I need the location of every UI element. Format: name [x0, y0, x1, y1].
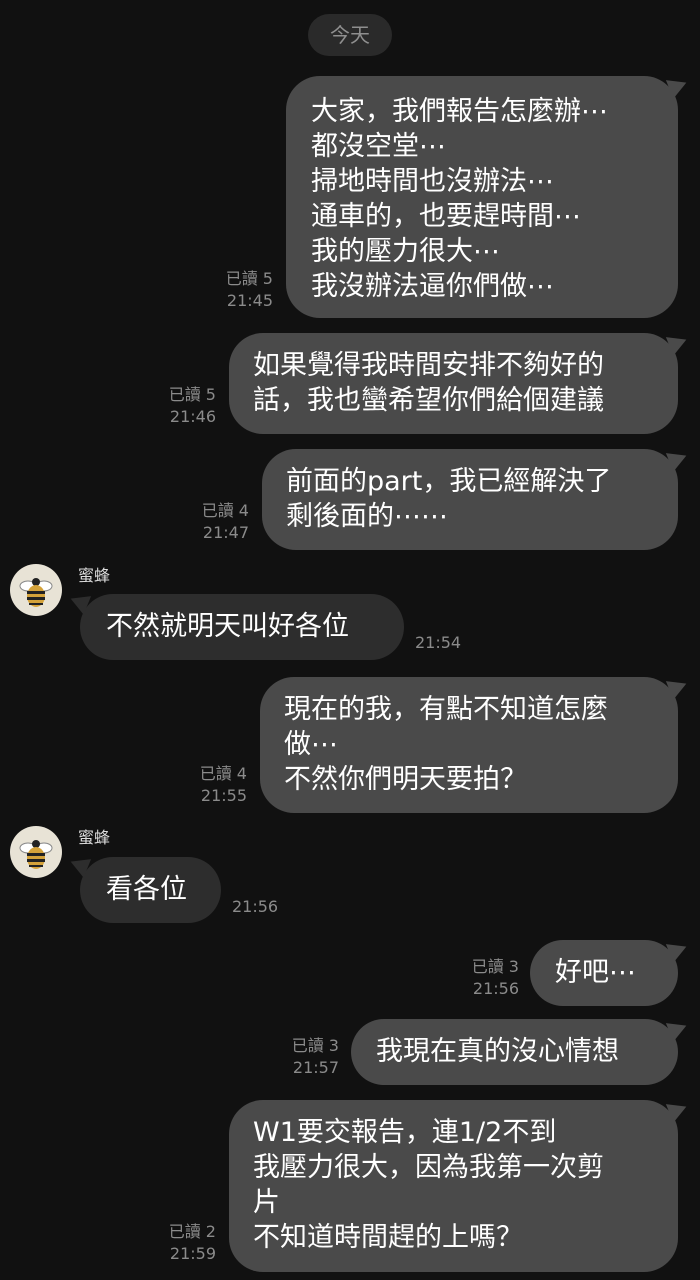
message-timestamp: 21:46	[169, 407, 216, 426]
read-receipt: 已讀 4	[199, 764, 247, 783]
read-receipt: 已讀 4	[201, 501, 249, 520]
outgoing-message-bubble[interactable]: 大家，我們報告怎麼辦⋯ 都沒空堂⋯ 掃地時間也沒辦法⋯ 通車的，也要趕時間⋯ 我…	[286, 76, 678, 318]
read-receipt: 已讀 3	[471, 957, 519, 976]
message-timestamp: 21:56	[472, 979, 519, 998]
message-timestamp: 21:47	[202, 523, 249, 542]
date-divider: 今天	[308, 14, 392, 56]
incoming-message-bubble[interactable]: 不然就明天叫好各位	[80, 594, 404, 660]
outgoing-message-bubble[interactable]: W1要交報告，連1/2不到 我壓力很大，因為我第一次剪 片 不知道時間趕的上嗎？	[229, 1100, 678, 1272]
message-timestamp: 21:45	[226, 291, 273, 310]
message-timestamp: 21:57	[292, 1058, 339, 1077]
sender-name: 蜜蜂	[78, 566, 111, 585]
bee-icon	[19, 578, 53, 607]
outgoing-message-bubble[interactable]: 如果覺得我時間安排不夠好的 話，我也蠻希望你們給個建議	[229, 333, 678, 434]
outgoing-message-bubble[interactable]: 我現在真的沒心情想	[351, 1019, 678, 1085]
read-receipt: 已讀 2	[168, 1222, 216, 1241]
read-receipt: 已讀 5	[168, 385, 216, 404]
outgoing-message-bubble[interactable]: 現在的我，有點不知道怎麼 做⋯ 不然你們明天要拍？	[260, 677, 678, 813]
message-timestamp: 21:55	[200, 786, 247, 805]
bee-icon	[19, 840, 53, 869]
sender-name: 蜜蜂	[78, 828, 111, 847]
message-timestamp: 21:56	[232, 897, 279, 916]
message-timestamp: 21:59	[169, 1244, 216, 1263]
outgoing-message-bubble[interactable]: 前面的part，我已經解決了 剩後面的⋯⋯	[262, 449, 678, 550]
message-timestamp: 21:54	[415, 633, 462, 652]
read-receipt: 已讀 3	[291, 1036, 339, 1055]
read-receipt: 已讀 5	[225, 269, 273, 288]
bee-avatar[interactable]	[10, 564, 62, 616]
bee-avatar[interactable]	[10, 826, 62, 878]
incoming-message-bubble[interactable]: 看各位	[80, 857, 221, 923]
outgoing-message-bubble[interactable]: 好吧⋯	[530, 940, 678, 1006]
